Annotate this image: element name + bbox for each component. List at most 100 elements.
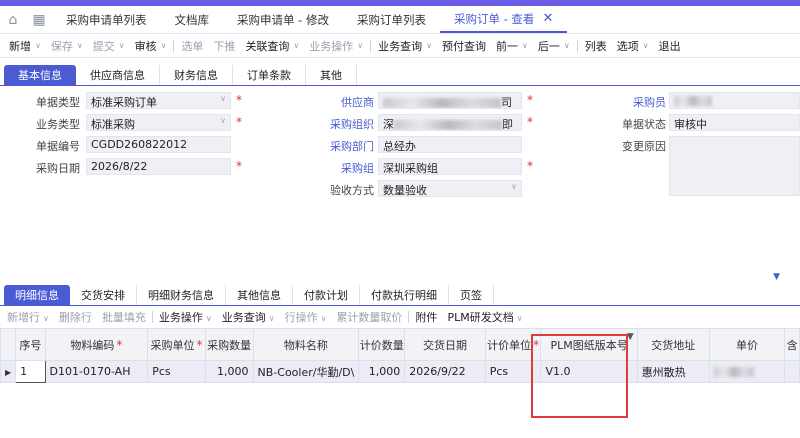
org-label[interactable]: 采购组织 [310, 116, 374, 132]
buyer-label[interactable]: 采购员 [602, 94, 666, 110]
row-cursor[interactable]: ▶ [0, 360, 17, 383]
doc-no-field[interactable]: CGDD260822012 [86, 136, 231, 153]
supplier-label[interactable]: 供应商 [310, 94, 374, 110]
buyer-field[interactable] [669, 92, 800, 109]
detail-toolbar-button-0[interactable]: 新增行 ∨ [2, 309, 54, 325]
chevron-down-icon[interactable]: ∨ [161, 41, 167, 50]
col-pricing-qty[interactable]: 计价数量 [358, 328, 406, 361]
chevron-down-icon[interactable]: ∨ [206, 314, 212, 323]
group-label[interactable]: 采购组 [310, 160, 374, 176]
chevron-down-icon[interactable]: ∨ [357, 41, 363, 50]
cell-seq[interactable]: 1 [15, 360, 46, 383]
tab-subtabs-1[interactable]: 供应商信息 [76, 65, 160, 85]
detail-toolbar-button-5[interactable]: 业务查询 ∨ [217, 309, 280, 325]
chevron-down-icon[interactable]: ∨ [517, 314, 523, 323]
col-material-code[interactable]: 物料编码 * [44, 328, 149, 361]
toolbar-button-13[interactable]: 后一 ∨ [533, 38, 575, 54]
close-icon[interactable]: ✕ [542, 11, 553, 26]
col-material-name[interactable]: 物料名称 [252, 328, 360, 361]
date-field[interactable]: 2026/8/22 [86, 158, 231, 175]
tab-detail_tabs-2[interactable]: 明细财务信息 [137, 285, 226, 305]
cell-material-name[interactable]: NB-Cooler/华勤/D\ [252, 360, 360, 383]
col-tax-included[interactable]: 含 [784, 328, 800, 361]
toolbar-button-12[interactable]: 前一 ∨ [491, 38, 533, 54]
tab-detail_tabs-4[interactable]: 付款计划 [293, 285, 360, 305]
col-delivery-address[interactable]: 交货地址 [636, 328, 710, 361]
group-field[interactable]: 深圳采购组 [378, 158, 522, 175]
toolbar-button-16[interactable]: 选项 ∨ [612, 38, 654, 54]
tab-detail_tabs-1[interactable]: 交货安排 [70, 285, 137, 305]
collapse-icon[interactable]: ▼ [773, 272, 780, 282]
detail-toolbar-button-4[interactable]: 业务操作 ∨ [154, 309, 217, 325]
toolbar-button-8[interactable]: 业务操作 ∨ [304, 38, 368, 54]
cell-purchase-unit[interactable]: Pcs [147, 360, 206, 383]
table-row[interactable]: ▶ 1 D101-0170-AH Pcs 1,000 NB-Cooler/华勤/… [0, 360, 800, 383]
tab-subtabs-4[interactable]: 其他 [306, 65, 357, 85]
toolbar-button-0[interactable]: 新增 ∨ [4, 38, 46, 54]
cell-pricing-qty[interactable]: 1,000 [358, 360, 406, 383]
col-delivery-date[interactable]: 交货日期 [404, 328, 486, 361]
detail-toolbar-button-7[interactable]: 累计数量取价 [331, 309, 407, 325]
toolbar-button-2[interactable]: 提交 ∨ [88, 38, 130, 54]
cell-purchase-qty[interactable]: 1,000 [204, 360, 254, 383]
tab-purchase-order-list[interactable]: 采购订单列表 [343, 6, 440, 33]
toolbar-button-6[interactable]: 下推 [208, 38, 240, 54]
col-seq[interactable]: 序号 [15, 328, 46, 361]
dept-field[interactable]: 总经办 [378, 136, 522, 153]
org-field[interactable]: 深即 [378, 114, 522, 131]
chevron-down-icon[interactable]: ∨ [522, 41, 528, 50]
toolbar-button-17[interactable]: 退出 [654, 38, 686, 54]
toolbar-button-3[interactable]: 审核 ∨ [130, 38, 172, 54]
col-unit-price[interactable]: 单价 [708, 328, 786, 361]
button-label: 累计数量取价 [336, 311, 403, 324]
supplier-field[interactable]: 司 [378, 92, 522, 109]
dept-label[interactable]: 采购部门 [310, 138, 374, 154]
change-reason-textarea[interactable] [669, 136, 800, 196]
biz-type-select[interactable]: 标准采购 ∨ [86, 114, 231, 131]
toolbar-button-1[interactable]: 保存 ∨ [46, 38, 88, 54]
chevron-down-icon[interactable]: ∨ [321, 314, 327, 323]
cell-delivery-address[interactable]: 惠州散热 [636, 360, 710, 383]
tab-purchase-order-view[interactable]: 采购订单 - 查看 ✕ [439, 6, 568, 33]
tab-detail_tabs-3[interactable]: 其他信息 [226, 285, 293, 305]
toolbar-button-5[interactable]: 选单 [176, 38, 208, 54]
col-purchase-unit[interactable]: 采购单位 * [147, 328, 206, 361]
chevron-down-icon[interactable]: ∨ [426, 41, 432, 50]
home-icon[interactable]: ⌂ [0, 6, 26, 33]
tab-subtabs-2[interactable]: 财务信息 [160, 65, 233, 85]
cell-unit-price[interactable] [708, 360, 786, 383]
col-purchase-qty[interactable]: 采购数量 [204, 328, 254, 361]
chevron-down-icon[interactable]: ∨ [35, 41, 41, 50]
detail-toolbar-button-10[interactable]: PLM研发文档 ∨ [442, 309, 527, 325]
tab-detail_tabs-6[interactable]: 页签 [449, 285, 494, 305]
detail-toolbar-button-9[interactable]: 附件 [410, 309, 442, 325]
chevron-down-icon[interactable]: ∨ [77, 41, 83, 50]
tab-subtabs-3[interactable]: 订单条款 [233, 65, 306, 85]
cell-tax-included[interactable] [784, 360, 800, 383]
chevron-down-icon[interactable]: ∨ [43, 314, 49, 323]
chevron-down-icon[interactable]: ∨ [564, 41, 570, 50]
toolbar-button-10[interactable]: 业务查询 ∨ [373, 38, 437, 54]
toolbar-button-11[interactable]: 预付查询 [437, 38, 491, 54]
tab-purchase-request-edit[interactable]: 采购申请单 - 修改 [223, 6, 343, 33]
detail-toolbar-button-2[interactable]: 批量填充 [97, 309, 151, 325]
chevron-down-icon[interactable]: ∨ [119, 41, 125, 50]
tab-purchase-request-list[interactable]: 采购申请单列表 [52, 6, 161, 33]
chevron-down-icon[interactable]: ∨ [269, 314, 275, 323]
detail-toolbar-button-1[interactable]: 删除行 [54, 309, 97, 325]
tab-detail_tabs-0[interactable]: 明细信息 [4, 285, 70, 305]
detail-toolbar-button-6[interactable]: 行操作 ∨ [280, 309, 332, 325]
cell-delivery-date[interactable]: 2026/9/22 [404, 360, 486, 383]
date-value: 2026/8/22 [91, 160, 148, 173]
accept-select[interactable]: 数量验收 ∨ [378, 180, 522, 197]
toolbar-button-15[interactable]: 列表 [580, 38, 612, 54]
apps-grid-icon[interactable]: ▦ [26, 6, 52, 33]
tab-subtabs-0[interactable]: 基本信息 [4, 65, 76, 85]
toolbar-button-7[interactable]: 关联查询 ∨ [240, 38, 304, 54]
chevron-down-icon[interactable]: ∨ [643, 41, 649, 50]
tab-detail_tabs-5[interactable]: 付款执行明细 [360, 285, 449, 305]
tab-document-library[interactable]: 文档库 [161, 6, 224, 33]
chevron-down-icon[interactable]: ∨ [293, 41, 299, 50]
doc-type-select[interactable]: 标准采购订单 ∨ [86, 92, 231, 109]
cell-material-code[interactable]: D101-0170-AH [44, 360, 149, 383]
